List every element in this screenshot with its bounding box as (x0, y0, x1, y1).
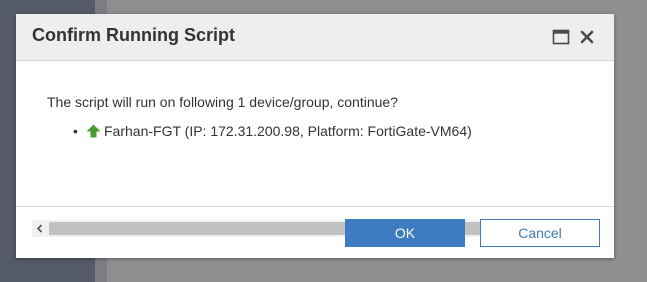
device-list-item: Farhan-FGT (IP: 172.31.200.98, Platform:… (86, 123, 472, 139)
confirmation-message: The script will run on following 1 devic… (47, 94, 398, 110)
dialog-body: The script will run on following 1 devic… (16, 61, 614, 237)
dialog-header: Confirm Running Script (16, 14, 614, 61)
close-button[interactable] (578, 28, 596, 46)
dialog-title: Confirm Running Script (32, 25, 235, 45)
dialog-footer: OK Cancel (16, 206, 614, 259)
confirm-dialog: Confirm Running Script The script will r… (16, 14, 614, 258)
maximize-button[interactable] (552, 28, 570, 46)
list-bullet: • (73, 123, 78, 139)
cancel-button[interactable]: Cancel (480, 219, 600, 247)
ok-button[interactable]: OK (345, 219, 465, 247)
device-label: Farhan-FGT (IP: 172.31.200.98, Platform:… (104, 123, 472, 139)
close-icon (580, 30, 594, 44)
up-arrow-icon (86, 124, 101, 138)
maximize-icon (552, 29, 570, 45)
